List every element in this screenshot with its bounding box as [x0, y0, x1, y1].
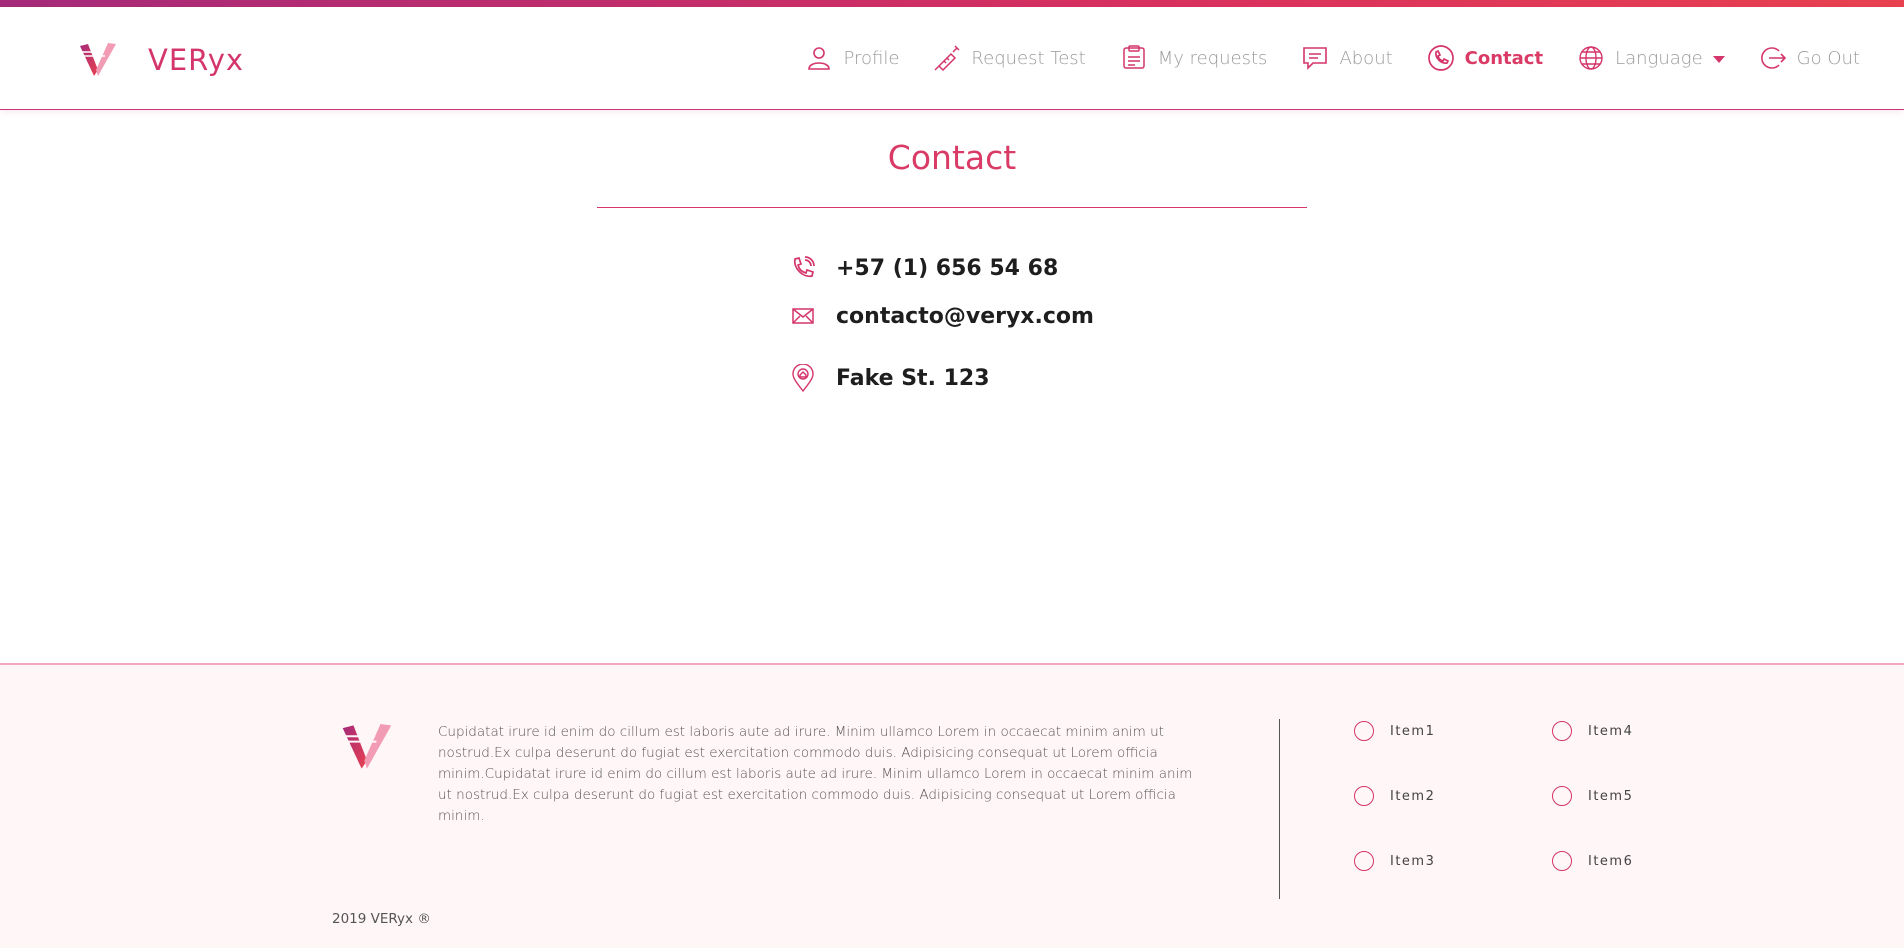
top-accent-bar	[0, 0, 1904, 7]
footer-item-3[interactable]: Item3	[1354, 851, 1435, 871]
circle-icon	[1552, 786, 1572, 806]
circle-icon	[1552, 721, 1572, 741]
nav-item-contact[interactable]: Contact	[1427, 44, 1543, 72]
contact-email-text[interactable]: contacto@veryx.com	[836, 304, 1094, 329]
nav-item-label: Request Test	[971, 47, 1086, 69]
contact-address-text: Fake St. 123	[836, 365, 990, 391]
nav-item-label: My requests	[1157, 47, 1268, 69]
globe-icon	[1577, 44, 1605, 72]
chevron-down-icon	[1712, 55, 1725, 63]
header: VERyx Profile Request Test My requests A…	[0, 7, 1904, 110]
nav-item-request-test[interactable]: Request Test	[933, 44, 1086, 72]
location-pin-icon	[790, 364, 816, 392]
footer-item-label: Item1	[1390, 723, 1436, 739]
copyright: 2019 VERyx ®	[332, 911, 431, 927]
nav-item-label: Contact	[1464, 47, 1544, 69]
footer-item-label: Item6	[1588, 853, 1634, 869]
nav-item-label: About	[1339, 47, 1393, 69]
footer-item-6[interactable]: Item6	[1552, 851, 1633, 871]
title-divider	[597, 207, 1307, 208]
mail-icon	[790, 303, 816, 329]
brand-name: VERyx	[148, 43, 245, 77]
footer-item-2[interactable]: Item2	[1354, 786, 1435, 806]
footer-divider	[1279, 719, 1280, 899]
clipboard-icon	[1120, 44, 1148, 72]
contact-address: Fake St. 123	[790, 364, 990, 392]
nav-item-label: Profile	[843, 47, 900, 69]
contact-phone-text[interactable]: +57 (1) 656 54 68	[836, 256, 1058, 281]
nav-item-go-out[interactable]: Go Out	[1759, 44, 1860, 72]
footer: Cupidatat irure id enim do cillum est la…	[0, 663, 1904, 948]
chat-icon	[1301, 44, 1329, 72]
nav-item-profile[interactable]: Profile	[805, 44, 899, 72]
footer-item-label: Item2	[1390, 788, 1436, 804]
nav-item-label: Go Out	[1796, 47, 1860, 69]
user-icon	[805, 44, 833, 72]
footer-description: Cupidatat irure id enim do cillum est la…	[438, 724, 1193, 824]
contact-email: contacto@veryx.com	[790, 303, 1094, 329]
footer-item-label: Item3	[1390, 853, 1436, 869]
phone-icon	[1427, 44, 1455, 72]
phone-icon	[790, 255, 816, 281]
circle-icon	[1354, 851, 1374, 871]
circle-icon	[1354, 721, 1374, 741]
contact-phone: +57 (1) 656 54 68	[790, 255, 1058, 281]
syringe-icon	[933, 44, 961, 72]
footer-item-label: Item5	[1588, 788, 1634, 804]
logout-icon	[1759, 44, 1787, 72]
main-nav: Profile Request Test My requests About C…	[771, 44, 1860, 72]
brand[interactable]: VERyx	[78, 40, 244, 80]
circle-icon	[1552, 851, 1572, 871]
nav-item-language[interactable]: Language	[1577, 44, 1725, 72]
veryx-logo-icon	[78, 40, 118, 80]
nav-item-my-requests[interactable]: My requests	[1120, 44, 1268, 72]
page-title: Contact	[887, 138, 1017, 177]
nav-item-label: Language	[1615, 47, 1703, 69]
footer-item-1[interactable]: Item1	[1354, 721, 1435, 741]
nav-item-about[interactable]: About	[1301, 44, 1393, 72]
veryx-logo-icon	[340, 720, 394, 774]
footer-item-4[interactable]: Item4	[1552, 721, 1633, 741]
footer-item-5[interactable]: Item5	[1552, 786, 1633, 806]
circle-icon	[1354, 786, 1374, 806]
footer-item-label: Item4	[1588, 723, 1634, 739]
